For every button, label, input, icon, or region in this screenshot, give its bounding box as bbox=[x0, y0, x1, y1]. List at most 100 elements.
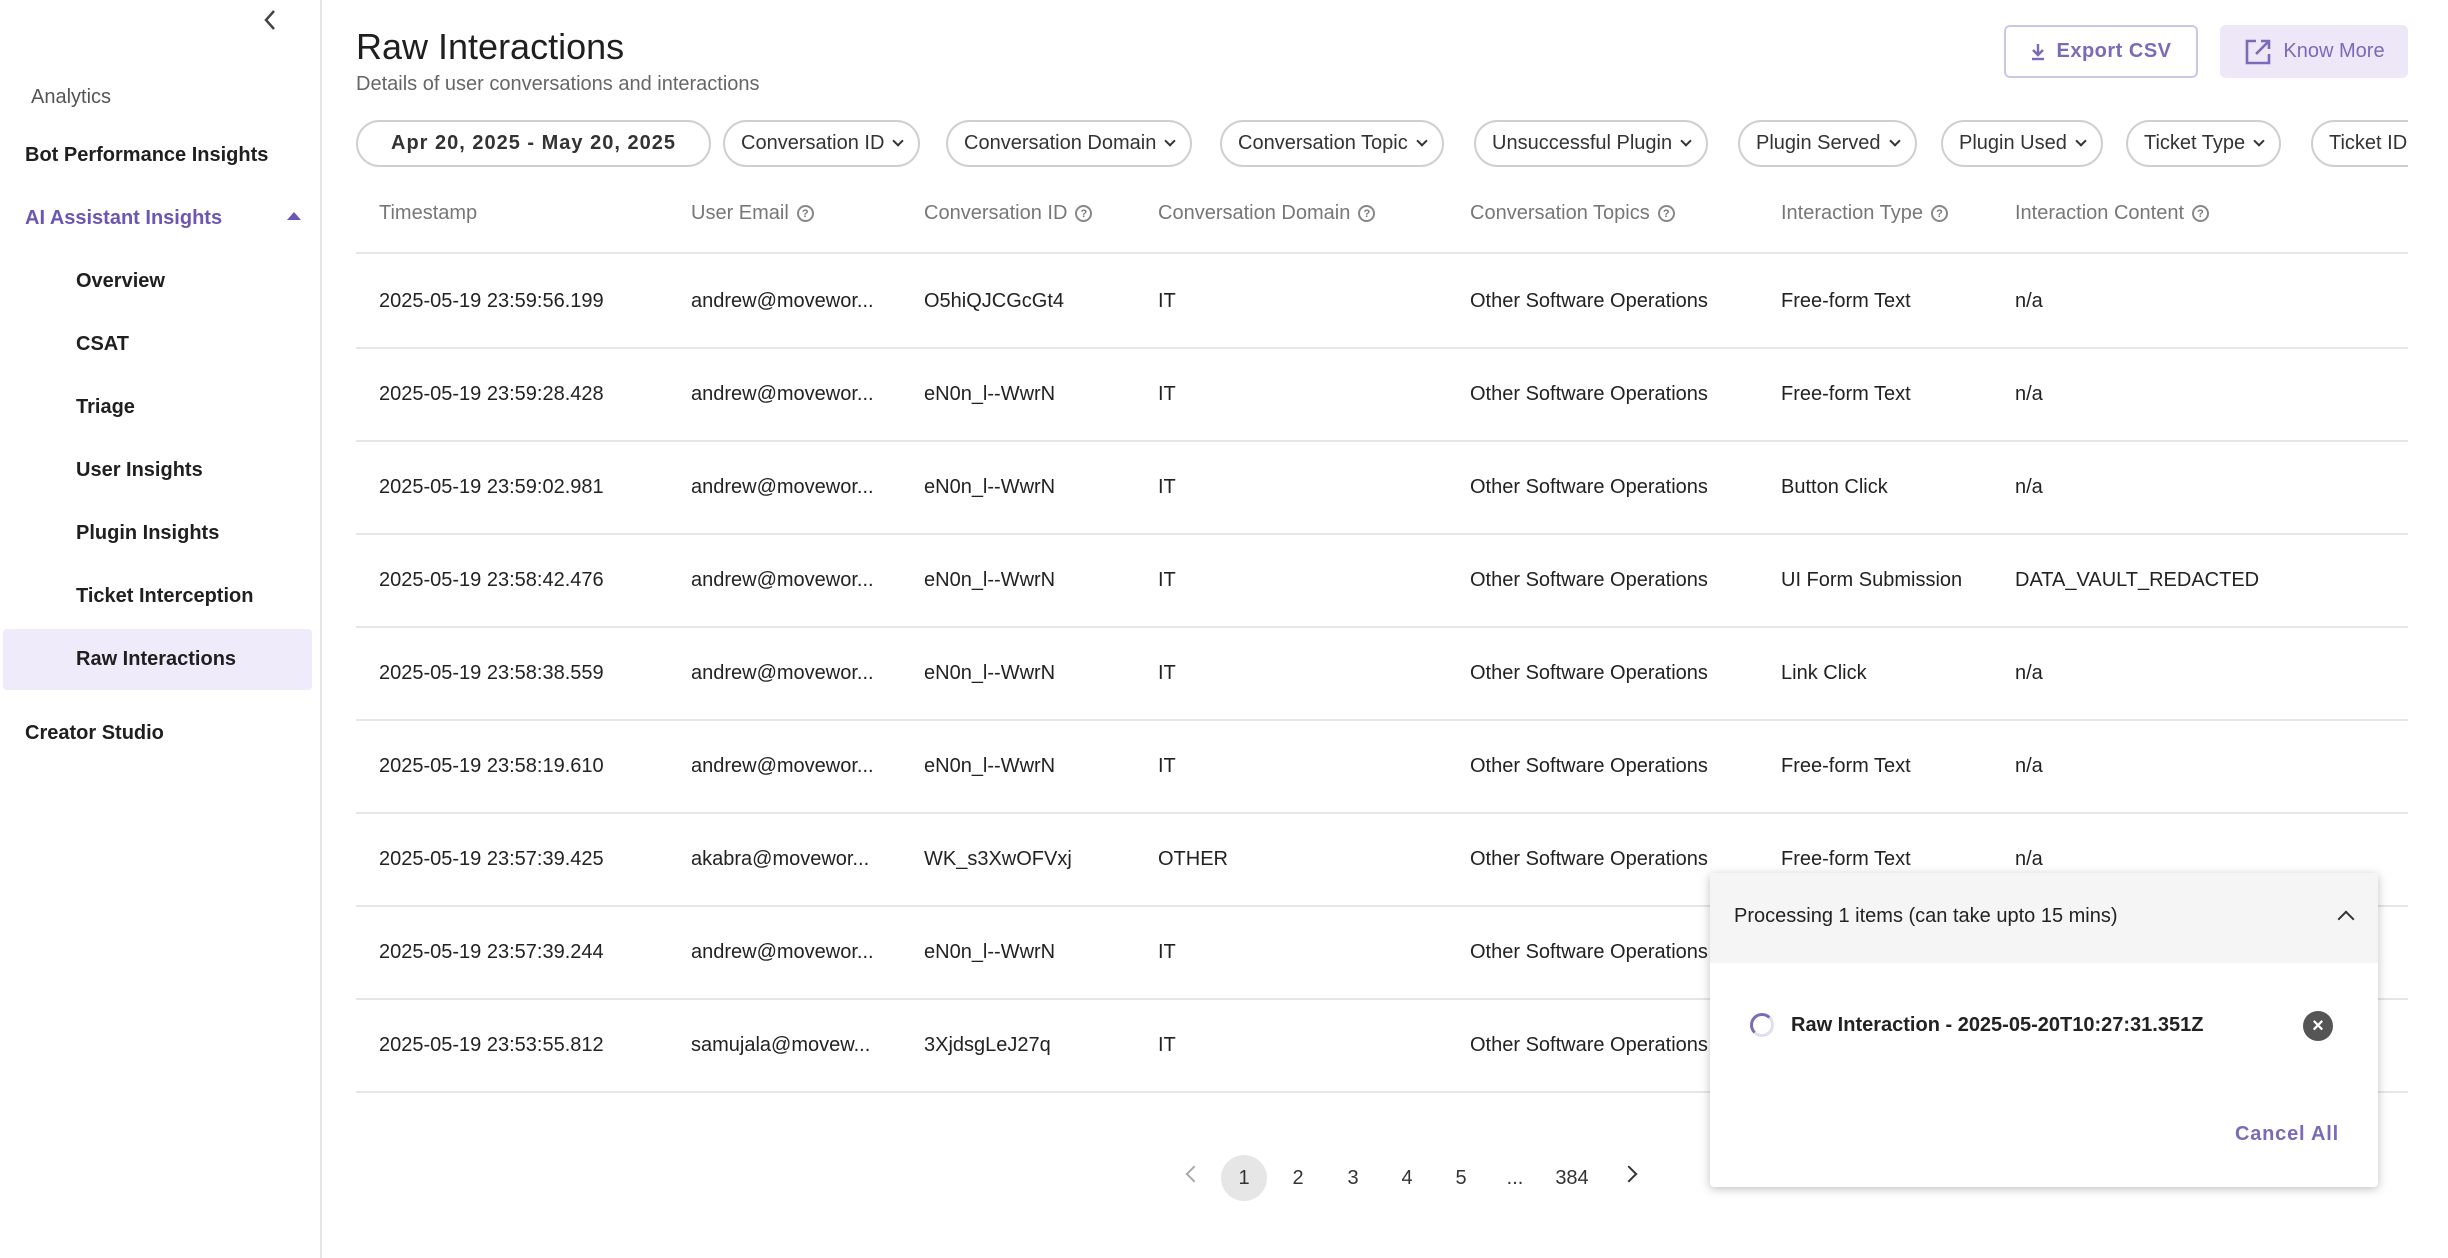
cancel-all-button[interactable]: Cancel All bbox=[2235, 1123, 2339, 1146]
table-row[interactable]: 2025-05-19 23:59:56.199 andrew@movewor..… bbox=[356, 256, 2408, 349]
cell-conversation-id: eN0n_l--WwrN bbox=[924, 755, 1056, 777]
sidebar-item-plugin-insights[interactable]: Plugin Insights bbox=[76, 522, 219, 545]
cell-timestamp: 2025-05-19 23:53:55.812 bbox=[379, 1034, 604, 1056]
cell-user-email: andrew@movewor... bbox=[691, 662, 874, 684]
processing-panel-header[interactable]: Processing 1 items (can take upto 15 min… bbox=[1710, 873, 2378, 963]
cell-interaction-content: n/a bbox=[2015, 476, 2043, 498]
cell-interaction-type: Free-form Text bbox=[1781, 383, 1911, 405]
filter-conversation-domain[interactable]: Conversation Domain bbox=[946, 120, 1193, 167]
page-button-3[interactable]: 3 bbox=[1330, 1155, 1376, 1201]
cell-interaction-type: Free-form Text bbox=[1781, 848, 1911, 870]
column-header-conversation-topics[interactable]: Conversation Topics? bbox=[1470, 202, 1675, 225]
sidebar-item-creator-studio[interactable]: Creator Studio bbox=[25, 722, 164, 745]
filter-conversation-id[interactable]: Conversation ID bbox=[723, 120, 921, 167]
column-label: Conversation ID bbox=[924, 202, 1068, 224]
sidebar-item-ticket-interception[interactable]: Ticket Interception bbox=[76, 585, 253, 608]
page-subtitle: Details of user conversations and intera… bbox=[356, 73, 760, 95]
page-button-384[interactable]: 384 bbox=[1548, 1155, 1596, 1201]
cell-timestamp: 2025-05-19 23:59:02.981 bbox=[379, 476, 604, 498]
column-label: Timestamp bbox=[379, 202, 478, 224]
know-more-button[interactable]: Know More bbox=[2220, 25, 2408, 78]
cancel-job-icon[interactable]: × bbox=[2303, 1011, 2333, 1041]
cell-user-email: andrew@movewor... bbox=[691, 476, 874, 498]
table-header: Timestamp User Email? Conversation ID? C… bbox=[356, 188, 2408, 254]
column-header-timestamp[interactable]: Timestamp bbox=[379, 202, 477, 225]
cell-interaction-type: Button Click bbox=[1781, 476, 1888, 498]
cell-user-email: andrew@movewor... bbox=[691, 569, 874, 591]
chevron-down-icon bbox=[1888, 135, 1901, 147]
cell-conversation-topics: Other Software Operations bbox=[1470, 476, 1708, 498]
know-more-label: Know More bbox=[2283, 40, 2385, 62]
cell-conversation-domain: IT bbox=[1158, 662, 1176, 684]
cell-conversation-topics: Other Software Operations bbox=[1470, 941, 1708, 963]
column-label: Interaction Content bbox=[2015, 202, 2184, 224]
cell-conversation-id: eN0n_l--WwrN bbox=[924, 941, 1056, 963]
page-button-5[interactable]: 5 bbox=[1438, 1155, 1484, 1201]
filter-plugin-served[interactable]: Plugin Served bbox=[1738, 120, 1917, 167]
table-row[interactable]: 2025-05-19 23:58:38.559 andrew@movewor..… bbox=[356, 628, 2408, 721]
filter-conversation-topic[interactable]: Conversation Topic bbox=[1220, 120, 1444, 167]
cell-conversation-topics: Other Software Operations bbox=[1470, 662, 1708, 684]
chevron-down-icon bbox=[1164, 135, 1176, 147]
help-icon[interactable]: ? bbox=[2192, 205, 2209, 222]
filter-plugin-used[interactable]: Plugin Used bbox=[1941, 120, 2103, 167]
sidebar-item-bot-performance-insights[interactable]: Bot Performance Insights bbox=[25, 144, 268, 167]
cell-user-email: andrew@movewor... bbox=[691, 755, 874, 777]
cell-interaction-content: n/a bbox=[2015, 662, 2043, 684]
table-row[interactable]: 2025-05-19 23:58:42.476 andrew@movewor..… bbox=[356, 535, 2408, 628]
table-row[interactable]: 2025-05-19 23:58:19.610 andrew@movewor..… bbox=[356, 721, 2408, 814]
column-header-interaction-content[interactable]: Interaction Content? bbox=[2015, 202, 2209, 225]
column-header-conversation-domain[interactable]: Conversation Domain? bbox=[1158, 202, 1376, 225]
sidebar-item-ai-assistant-insights[interactable]: AI Assistant Insights bbox=[25, 207, 222, 230]
help-icon[interactable]: ? bbox=[1358, 205, 1376, 222]
loading-spinner-icon bbox=[1750, 1013, 1774, 1037]
cell-interaction-content: n/a bbox=[2015, 383, 2043, 405]
sidebar-item-triage[interactable]: Triage bbox=[76, 396, 135, 419]
cell-conversation-topics: Other Software Operations bbox=[1470, 383, 1708, 405]
caret-up-icon[interactable] bbox=[287, 212, 301, 220]
cell-interaction-type: Link Click bbox=[1781, 662, 1867, 684]
cell-timestamp: 2025-05-19 23:59:28.428 bbox=[379, 383, 604, 405]
filter-ticket-id[interactable]: Ticket ID bbox=[2311, 120, 2408, 167]
filter-label: Ticket ID bbox=[2329, 132, 2408, 154]
sidebar-item-user-insights[interactable]: User Insights bbox=[76, 459, 203, 482]
chevron-down-icon bbox=[892, 135, 905, 147]
page-button-2[interactable]: 2 bbox=[1275, 1155, 1321, 1201]
sidebar-item-overview[interactable]: Overview bbox=[76, 270, 165, 293]
cell-timestamp: 2025-05-19 23:58:19.610 bbox=[379, 755, 604, 777]
export-csv-button[interactable]: Export CSV bbox=[2004, 25, 2198, 78]
cell-conversation-id: eN0n_l--WwrN bbox=[924, 569, 1056, 591]
help-icon[interactable]: ? bbox=[796, 205, 814, 222]
processing-title: Processing 1 items (can take upto 15 min… bbox=[1734, 905, 2118, 927]
sidebar-item-csat[interactable]: CSAT bbox=[76, 333, 129, 356]
processing-panel: Processing 1 items (can take upto 15 min… bbox=[1710, 873, 2378, 1187]
table-row[interactable]: 2025-05-19 23:59:02.981 andrew@movewor..… bbox=[356, 442, 2408, 535]
collapse-sidebar-button[interactable] bbox=[256, 6, 284, 34]
previous-page-icon[interactable] bbox=[1185, 1165, 1203, 1183]
filter-ticket-type[interactable]: Ticket Type bbox=[2126, 120, 2282, 167]
column-header-user-email[interactable]: User Email? bbox=[691, 202, 814, 225]
filter-unsuccessful-plugin[interactable]: Unsuccessful Plugin bbox=[1474, 120, 1709, 167]
page-title: Raw Interactions bbox=[356, 26, 625, 67]
sidebar-heading: Analytics bbox=[31, 86, 112, 108]
column-header-interaction-type[interactable]: Interaction Type? bbox=[1781, 202, 1948, 225]
page-button-1[interactable]: 1 bbox=[1221, 1155, 1267, 1201]
help-icon[interactable]: ? bbox=[1075, 205, 1093, 222]
cell-interaction-content: n/a bbox=[2015, 755, 2043, 777]
page-button-4[interactable]: 4 bbox=[1384, 1155, 1430, 1201]
table-row[interactable]: 2025-05-19 23:59:28.428 andrew@movewor..… bbox=[356, 349, 2408, 442]
sidebar-item-raw-interactions[interactable]: Raw Interactions bbox=[76, 648, 236, 671]
help-icon[interactable]: ? bbox=[1930, 205, 1948, 222]
next-page-icon[interactable] bbox=[1620, 1165, 1638, 1183]
export-csv-label: Export CSV bbox=[2056, 40, 2172, 62]
cell-conversation-topics: Other Software Operations bbox=[1470, 290, 1708, 312]
cell-conversation-domain: IT bbox=[1158, 476, 1176, 498]
filter-label: Unsuccessful Plugin bbox=[1492, 132, 1673, 154]
cell-interaction-content: n/a bbox=[2015, 290, 2043, 312]
help-icon[interactable]: ? bbox=[1657, 205, 1675, 222]
column-header-conversation-id[interactable]: Conversation ID? bbox=[924, 202, 1093, 225]
processing-job-label: Raw Interaction - 2025-05-20T10:27:31.35… bbox=[1791, 1014, 2204, 1036]
date-range-filter[interactable]: Apr 20, 2025 - May 20, 2025 bbox=[356, 120, 711, 167]
cell-timestamp: 2025-05-19 23:57:39.244 bbox=[379, 941, 604, 963]
chevron-up-icon[interactable] bbox=[2337, 910, 2355, 928]
